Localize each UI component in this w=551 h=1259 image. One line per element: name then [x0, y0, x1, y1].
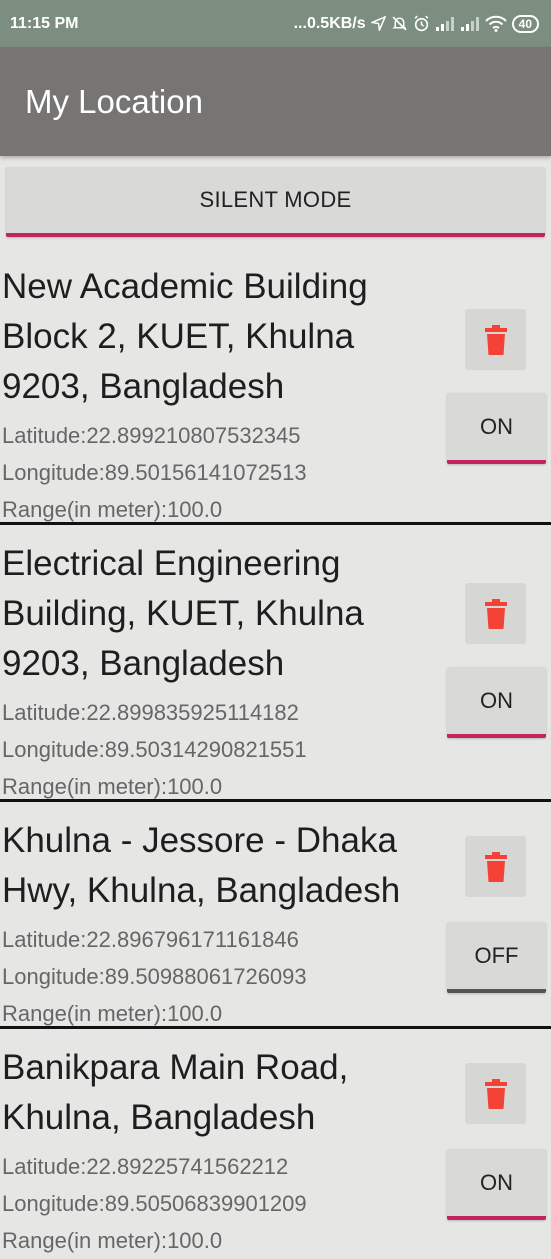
silent-mode-button[interactable]: SILENT MODE [6, 167, 545, 237]
status-icons: ...0.5KB/s 40 [293, 14, 539, 33]
delete-icon [484, 1078, 507, 1109]
delete-icon [484, 851, 507, 882]
mute-icon [391, 15, 408, 32]
page-title: My Location [25, 82, 203, 120]
location-address: Electrical Engineering Building, KUET, K… [2, 544, 364, 683]
location-address: New Academic Building Block 2, KUET, Khu… [2, 267, 368, 406]
battery-icon: 40 [511, 14, 539, 33]
signal-icon [460, 16, 480, 31]
delete-icon [484, 598, 507, 629]
app-bar: My Location [0, 47, 551, 156]
toggle-button[interactable]: ON [447, 667, 546, 738]
delete-button[interactable] [465, 583, 526, 644]
toggle-button[interactable]: ON [447, 1149, 546, 1220]
delete-button[interactable] [465, 1063, 526, 1124]
location-address: Banikpara Main Road, Khulna, Bangladesh [2, 1048, 349, 1137]
list-item: Electrical Engineering Building, KUET, K… [0, 525, 551, 802]
list-item: Khulna - Jessore - Dhaka Hwy, Khulna, Ba… [0, 802, 551, 1029]
wifi-icon [484, 15, 507, 32]
signal-icon [435, 16, 455, 31]
delete-button[interactable] [465, 309, 526, 370]
status-bar: 11:15 PM ...0.5KB/s 40 [0, 0, 551, 47]
network-speed: ...0.5KB/s [293, 14, 366, 32]
toggle-button[interactable]: ON [447, 393, 546, 464]
delete-button[interactable] [465, 836, 526, 897]
range-text: Range(in meter):100.0 [2, 774, 223, 799]
location-address: Khulna - Jessore - Dhaka Hwy, Khulna, Ba… [2, 821, 401, 910]
range-text: Range(in meter):100.0 [2, 497, 223, 522]
range-text: Range(in meter):100.0 [2, 1001, 223, 1026]
location-arrow-icon [370, 16, 386, 31]
location-list: New Academic Building Block 2, KUET, Khu… [0, 254, 551, 1259]
list-item: Banikpara Main Road, Khulna, Bangladesh … [0, 1029, 551, 1259]
list-item: New Academic Building Block 2, KUET, Khu… [0, 254, 551, 525]
status-time: 11:15 PM [10, 14, 79, 32]
toggle-button[interactable]: OFF [447, 922, 546, 993]
alarm-icon [413, 15, 430, 32]
range-text: Range(in meter):100.0 [2, 1228, 223, 1253]
delete-icon [484, 324, 507, 355]
